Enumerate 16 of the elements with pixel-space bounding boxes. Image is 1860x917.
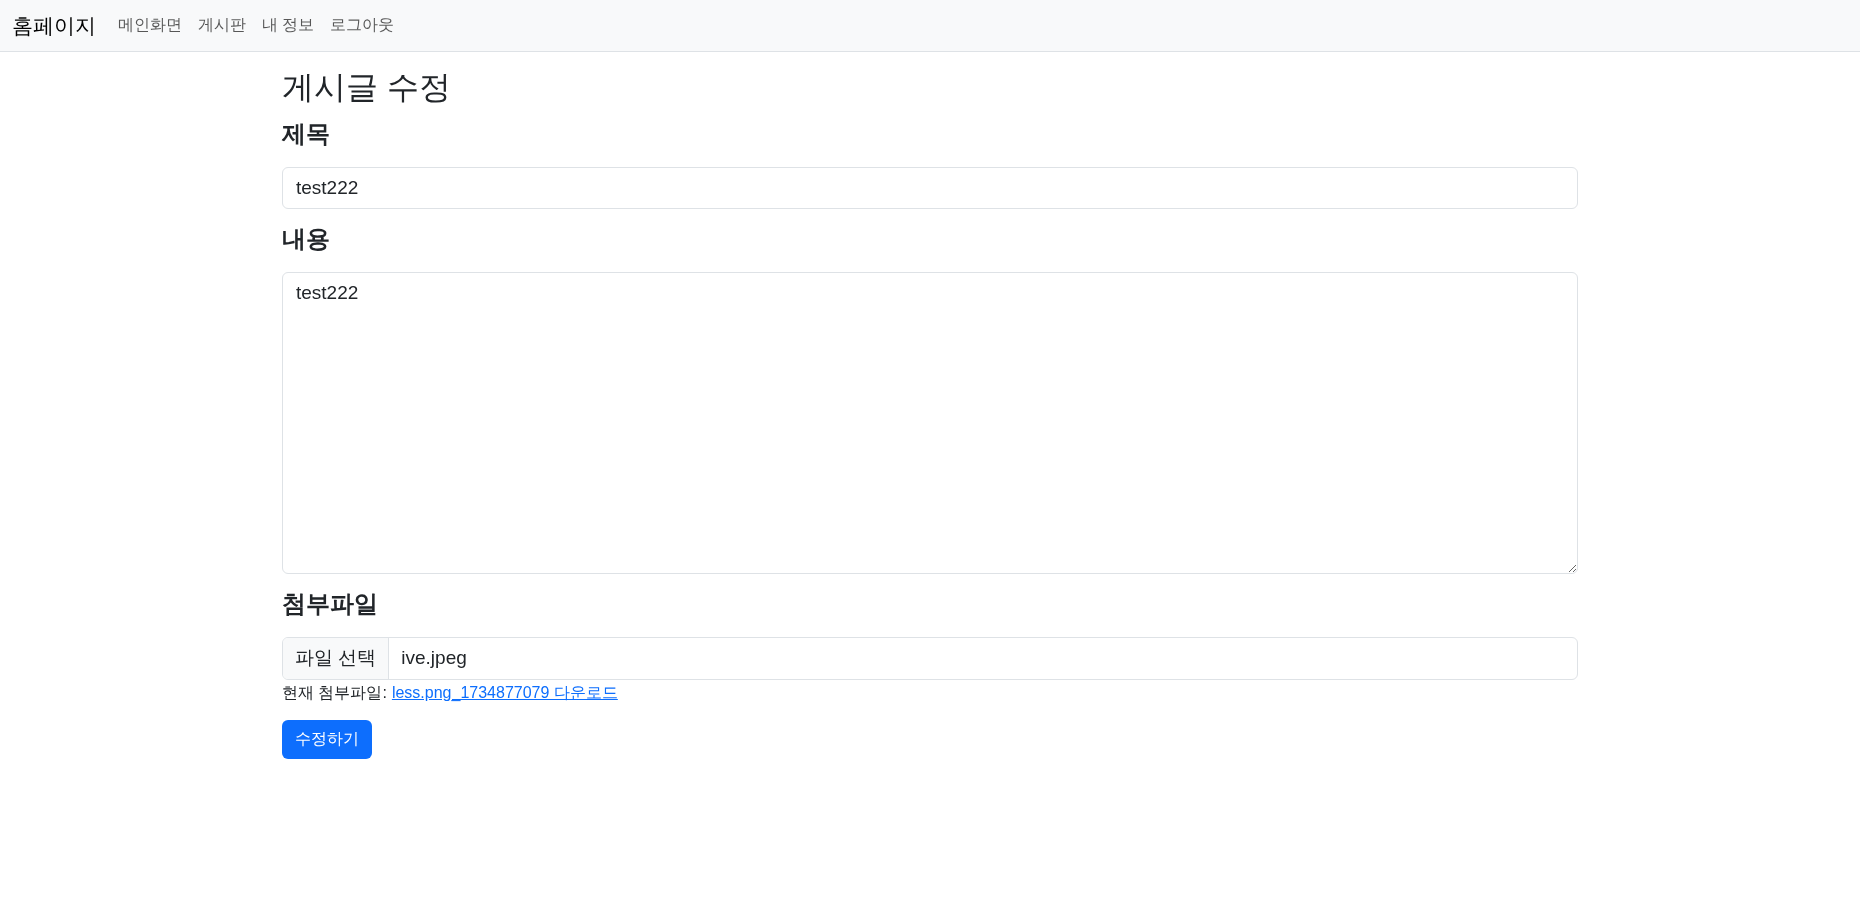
field-label: 내용 xyxy=(282,225,331,254)
field-label: 첨부파일 xyxy=(282,590,379,619)
nav-link[interactable]: 로그아웃 xyxy=(330,15,395,36)
title-input[interactable]: test222 xyxy=(282,167,1578,210)
page-title: 게시글 수정 xyxy=(282,68,452,107)
nav-link[interactable]: 내 정보 xyxy=(262,15,315,36)
file-field[interactable]: 파일 선택 ive.jpeg xyxy=(282,636,1578,680)
field-label: 제목 xyxy=(282,120,331,150)
download-link[interactable]: less.png_1734877079 다운로드 xyxy=(391,682,618,704)
nav-link[interactable]: 메인화면 xyxy=(118,15,182,36)
content-textarea[interactable]: test222 xyxy=(282,272,1578,574)
choose-file-button[interactable]: 파일 선택 xyxy=(283,637,390,679)
nav-link[interactable]: 게시판 xyxy=(198,15,246,36)
brand-link[interactable]: 홈페이지 xyxy=(12,11,96,40)
current-file-label: 현재 첨부파일: xyxy=(282,682,387,703)
submit-button[interactable]: 수정하기 xyxy=(282,719,372,759)
